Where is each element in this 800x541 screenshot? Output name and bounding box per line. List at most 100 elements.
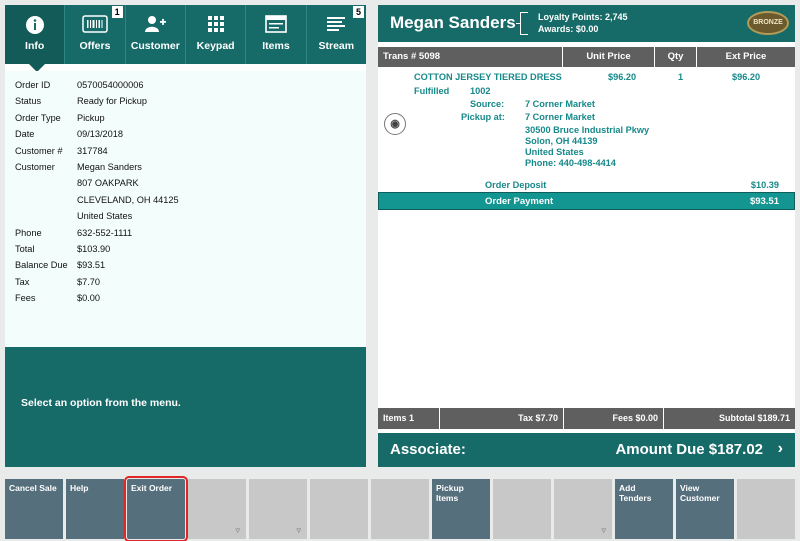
- toolbar-label: Customer: [130, 40, 180, 52]
- item-ext-price: $96.20: [732, 72, 761, 82]
- function-label: Exit Order: [131, 483, 173, 493]
- detail-row: United States: [15, 208, 356, 224]
- detail-value: 632-552-1111: [77, 227, 133, 238]
- order-info-panel: Info 1 Offers Customer Keypad Items 5 St…: [5, 5, 366, 467]
- message-box: Select an option from the menu.: [5, 347, 366, 467]
- toolbar-label: Keypad: [196, 40, 235, 52]
- function-label: Help: [70, 483, 89, 493]
- detail-row: CLEVELAND, OH 44125: [15, 192, 356, 208]
- detail-value: Megan Sanders: [77, 162, 142, 173]
- detail-row: Order Type Pickup: [15, 110, 356, 126]
- fees-total: Fees $0.00: [564, 408, 664, 429]
- trans-number: Trans # 5098: [378, 47, 563, 67]
- customer-name: Megan Sanders: [390, 13, 516, 32]
- cancel-sale-button[interactable]: Cancel Sale: [5, 479, 63, 539]
- col-ext-price: Ext Price: [725, 51, 767, 62]
- amount-due: Amount Due $187.02: [615, 441, 763, 458]
- pickup-address-line3: United States: [525, 147, 584, 157]
- pickup-address-line1: 30500 Bruce Industrial Pkwy: [525, 125, 650, 135]
- help-button[interactable]: Help: [66, 479, 124, 539]
- transaction-header: Trans # 5098 Unit Price Qty Ext Price: [378, 47, 795, 67]
- associate-label: Associate:: [390, 441, 466, 458]
- stream-icon: [307, 15, 366, 37]
- loyalty-summary: Loyalty Points: 2,745 Awards: $0.00: [538, 11, 628, 35]
- detail-row: Status Ready for Pickup: [15, 93, 356, 109]
- function-label: Add Tenders: [619, 483, 652, 503]
- order-payment-row[interactable]: Order Payment $93.51: [378, 192, 795, 210]
- detail-label: Balance Due: [15, 260, 68, 271]
- view-customer-button[interactable]: View Customer: [676, 479, 734, 539]
- toolbar-label: Offers: [79, 40, 111, 52]
- source-store: 7 Corner Market: [525, 99, 595, 109]
- totals-bar: Items 1 Tax $7.70 Fees $0.00 Subtotal $1…: [378, 408, 795, 429]
- toolbar-info[interactable]: Info: [5, 5, 66, 64]
- subtotal: Subtotal $189.71: [718, 413, 790, 423]
- pickup-label: Pickup at:: [461, 112, 505, 122]
- tax-total: Tax $7.70: [440, 408, 564, 429]
- detail-value: 09/13/2018: [77, 129, 123, 140]
- status-message: Select an option from the menu.: [21, 397, 181, 409]
- detail-value: 807 OAKPARK: [77, 178, 139, 189]
- toolbar-label: Info: [25, 40, 45, 52]
- detail-value: $0.00: [77, 293, 100, 304]
- line-items: COTTON JERSEY TIERED DRESS $96.20 1 $96.…: [378, 67, 795, 442]
- toolbar-items[interactable]: Items: [246, 5, 307, 64]
- keypad-icon: [186, 15, 245, 37]
- detail-label: [15, 208, 77, 224]
- item-unit-price: $96.20: [608, 72, 637, 82]
- awards-balance: Awards: $0.00: [538, 24, 599, 34]
- detail-row: Customer Megan Sanders: [15, 159, 356, 175]
- detail-label: [15, 192, 77, 208]
- pickup-items-button[interactable]: Pickup Items: [432, 479, 490, 539]
- disabled-function-button: ▿: [188, 479, 246, 539]
- detail-row: Customer # 317784: [15, 143, 356, 159]
- offers-count-badge: 1: [111, 6, 123, 18]
- deposit-label: Order Deposit: [485, 180, 547, 190]
- detail-row: Fees $0.00: [15, 290, 356, 306]
- item-status-qty: 1002: [470, 86, 491, 96]
- stream-count-badge: 5: [352, 6, 364, 18]
- exit-order-button[interactable]: Exit Order: [124, 476, 188, 541]
- brace-divider: [516, 12, 528, 35]
- deposit-amount: $10.39: [750, 180, 779, 190]
- detail-label: Phone: [15, 227, 42, 238]
- add-tenders-button[interactable]: Add Tenders: [615, 479, 673, 539]
- toolbar-offers[interactable]: 1 Offers: [65, 5, 126, 64]
- detail-label: Total: [15, 244, 35, 255]
- chevron-right-icon: ›: [777, 440, 783, 457]
- source-label: Source:: [470, 99, 505, 109]
- col-qty: Qty: [655, 47, 697, 67]
- disabled-function-button: [310, 479, 368, 539]
- toolbar-label: Items: [262, 40, 290, 52]
- detail-label: Status: [15, 96, 42, 107]
- customer-header[interactable]: Megan Sanders Loyalty Points: 2,745 Awar…: [378, 5, 795, 42]
- detail-value: $93.51: [77, 260, 106, 271]
- disabled-function-button: [493, 479, 551, 539]
- detail-label: Fees: [15, 293, 36, 304]
- function-label: Pickup Items: [436, 483, 464, 503]
- detail-label: Date: [15, 129, 35, 140]
- info-icon: [5, 15, 64, 37]
- col-unit-price: Unit Price: [563, 47, 655, 67]
- detail-row: Total $103.90: [15, 241, 356, 257]
- detail-value: Pickup: [77, 112, 105, 123]
- items-icon: [246, 15, 305, 37]
- order-details: Order ID 0570054000006 Status Ready for Pic…: [5, 71, 366, 347]
- toolbar-label: Stream: [318, 40, 355, 52]
- detail-label: Tax: [15, 276, 30, 287]
- detail-value: CLEVELAND, OH 44125: [77, 194, 179, 205]
- transaction-panel: Megan Sanders Loyalty Points: 2,745 Awar…: [378, 5, 795, 467]
- pickup-address-line2: Solon, OH 44139: [525, 136, 598, 146]
- toolbar-customer[interactable]: Customer: [126, 5, 186, 64]
- detail-value: 317784: [77, 145, 108, 156]
- barcode-icon: [65, 15, 124, 37]
- detail-value: 0570054000006: [77, 80, 144, 90]
- detail-label: Customer: [15, 162, 55, 173]
- camera-icon[interactable]: ◉: [384, 113, 406, 135]
- amount-due-bar[interactable]: Associate: Amount Due $187.02 ›: [378, 433, 795, 467]
- toolbar-stream[interactable]: 5 Stream: [307, 5, 366, 64]
- add-person-icon: [126, 15, 185, 37]
- item-name: COTTON JERSEY TIERED DRESS: [414, 72, 562, 82]
- submenu-indicator-icon: ▿: [296, 525, 301, 535]
- toolbar-keypad[interactable]: Keypad: [186, 5, 247, 64]
